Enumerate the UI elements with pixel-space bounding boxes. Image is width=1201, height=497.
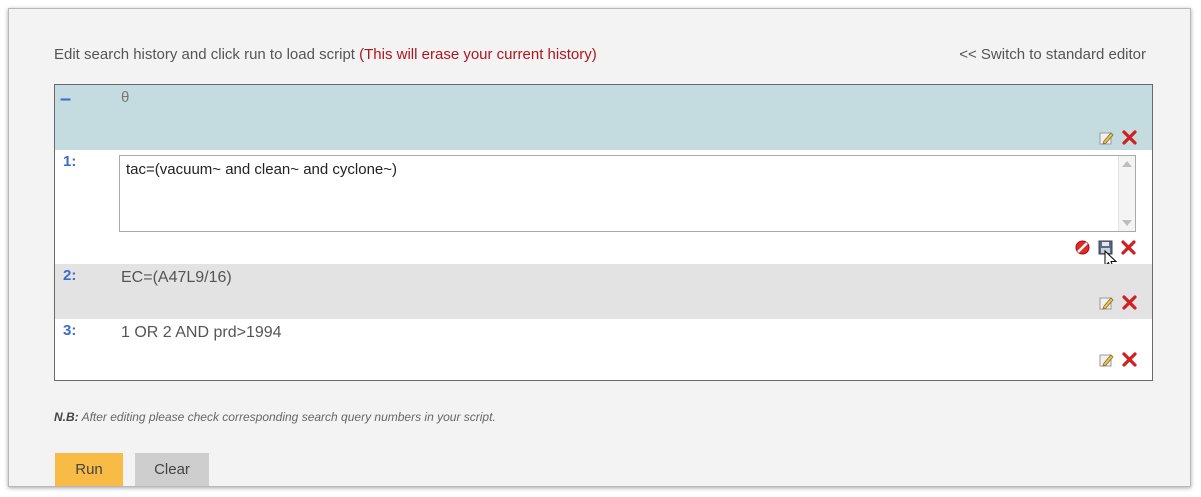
edit-note: N.B: After editing please check correspo… (54, 410, 496, 424)
search-history-list: – θ 1: tac=(vacuum~ and clean~ and cyclo… (54, 84, 1153, 381)
history-row-3: 3: 1 OR 2 AND prd>1994 (55, 319, 1152, 380)
switch-to-standard-editor-link[interactable]: << Switch to standard editor (959, 46, 1146, 63)
query-edit-value: tac=(vacuum~ and clean~ and cyclone~) (126, 161, 398, 178)
script-editor-panel: Edit search history and click run to loa… (8, 8, 1191, 487)
red-x-delete-icon[interactable] (1120, 239, 1137, 256)
instruction-label: Edit search history and click run to loa… (54, 46, 355, 63)
red-x-delete-icon[interactable] (1121, 351, 1138, 368)
history-row-1: 1: tac=(vacuum~ and clean~ and cyclone~) (55, 150, 1152, 270)
history-row-2: 2: EC=(A47L9/16) (55, 264, 1152, 319)
note-label: N.B: (54, 410, 79, 424)
pencil-edit-icon[interactable] (1098, 129, 1115, 146)
instruction-text: Edit search history and click run to loa… (54, 46, 597, 63)
history-group-header: – θ (55, 85, 1152, 150)
run-button[interactable]: Run (55, 453, 123, 486)
row-number: 3: (63, 322, 77, 339)
scroll-down-arrow-icon[interactable] (1122, 220, 1132, 226)
row-2-actions (1098, 294, 1138, 311)
collapse-toggle[interactable]: – (60, 88, 71, 111)
group-actions (1098, 129, 1138, 146)
pencil-edit-icon[interactable] (1098, 294, 1115, 311)
warning-text: (This will erase your current history) (359, 46, 597, 63)
red-cancel-icon[interactable] (1074, 239, 1091, 256)
red-x-delete-icon[interactable] (1121, 294, 1138, 311)
row-number: 1: (63, 153, 77, 170)
query-text: 1 OR 2 AND prd>1994 (121, 324, 282, 341)
group-symbol: θ (121, 89, 130, 106)
clear-button[interactable]: Clear (135, 453, 209, 486)
textarea-scrollbar[interactable] (1118, 156, 1135, 231)
query-edit-textarea[interactable]: tac=(vacuum~ and clean~ and cyclone~) (119, 155, 1136, 232)
note-text: After editing please check corresponding… (81, 410, 496, 424)
scroll-up-arrow-icon[interactable] (1122, 161, 1132, 167)
row-number: 2: (63, 267, 77, 284)
row-3-actions (1098, 351, 1138, 368)
red-x-delete-icon[interactable] (1121, 129, 1138, 146)
query-text: EC=(A47L9/16) (121, 269, 232, 286)
pencil-edit-icon[interactable] (1098, 351, 1115, 368)
